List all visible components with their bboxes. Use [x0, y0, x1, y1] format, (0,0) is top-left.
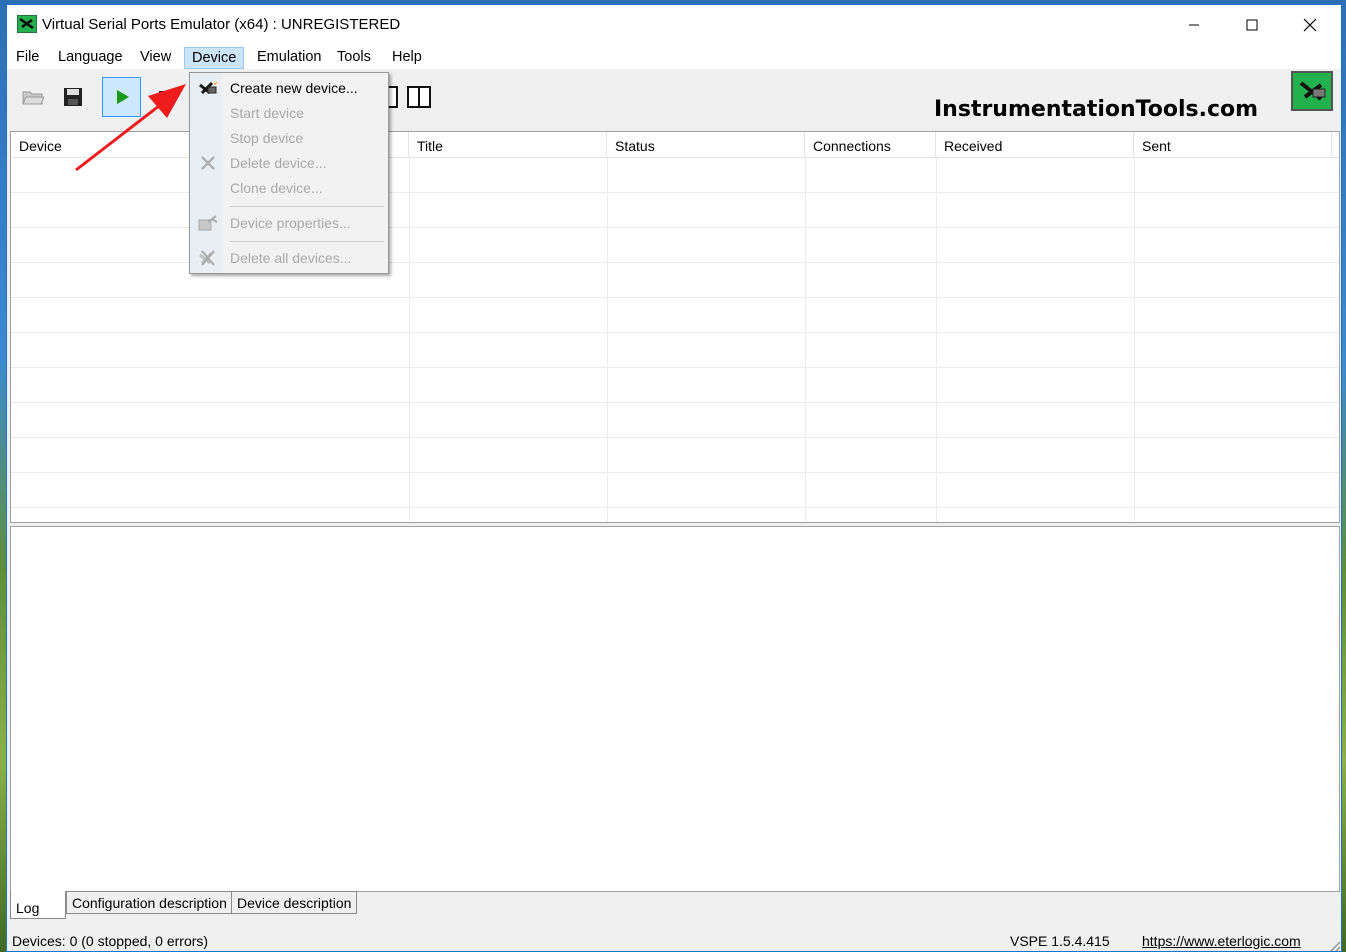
table-row	[11, 298, 1339, 333]
menu-item-label: Clone device...	[230, 180, 323, 196]
save-icon	[64, 88, 82, 106]
menu-view[interactable]: View	[133, 47, 178, 69]
open-button[interactable]	[15, 79, 51, 115]
menu-item-label: Delete all devices...	[230, 250, 352, 266]
save-button[interactable]	[55, 79, 91, 115]
title-bar[interactable]: Virtual Serial Ports Emulator (x64) : UN…	[7, 5, 1341, 45]
menu-file[interactable]: File	[9, 47, 46, 69]
brand-watermark: InstrumentationTools.com	[934, 97, 1259, 122]
table-row	[11, 368, 1339, 403]
delete-icon	[198, 154, 218, 172]
menu-separator	[230, 206, 384, 207]
table-row	[11, 473, 1339, 508]
column-status[interactable]: Status	[607, 132, 805, 158]
menu-item-stop-device: Stop device	[192, 126, 386, 150]
column-connections[interactable]: Connections	[805, 132, 936, 158]
stop-button[interactable]	[147, 79, 183, 115]
close-button[interactable]	[1281, 5, 1339, 45]
menu-item-delete-device: Delete device...	[192, 151, 386, 175]
table-row	[11, 403, 1339, 438]
log-panel[interactable]	[10, 526, 1340, 892]
menu-item-label: Device properties...	[230, 215, 351, 231]
menu-item-start-device: Start device	[192, 101, 386, 125]
properties-icon	[198, 214, 218, 232]
column-title[interactable]: Title	[409, 132, 607, 158]
menu-language[interactable]: Language	[51, 47, 130, 69]
app-logo-icon	[16, 14, 38, 34]
maximize-button[interactable]	[1223, 5, 1281, 45]
start-button[interactable]	[102, 77, 141, 117]
version-text: VSPE 1.5.4.415	[1010, 933, 1110, 949]
table-row	[11, 333, 1339, 368]
serial-port-logo-icon	[1291, 71, 1333, 111]
play-icon	[116, 90, 129, 104]
status-bar: Devices: 0 (0 stopped, 0 errors) VSPE 1.…	[7, 927, 1341, 951]
table-row	[11, 438, 1339, 473]
app-window: Virtual Serial Ports Emulator (x64) : UN…	[6, 4, 1342, 952]
menu-item-label: Stop device	[230, 130, 304, 146]
menu-help[interactable]: Help	[385, 47, 429, 69]
stop-icon	[159, 91, 171, 103]
device-dropdown-menu: Create new device... Start device Stop d…	[189, 72, 389, 274]
menu-item-device-properties: Device properties...	[192, 211, 386, 235]
folder-open-icon	[22, 91, 44, 105]
resize-grip-icon[interactable]	[1327, 939, 1341, 951]
menu-item-label: Start device	[230, 105, 304, 121]
minimize-button[interactable]	[1165, 5, 1223, 45]
menu-item-delete-all-devices: Delete all devices...	[192, 246, 386, 270]
menu-bar: File Language View Device Emulation Tool…	[7, 45, 1341, 69]
bottom-tabs: Log Configuration description Device des…	[10, 891, 1340, 921]
menu-emulation[interactable]: Emulation	[250, 47, 328, 69]
status-text: Devices: 0 (0 stopped, 0 errors)	[12, 933, 209, 949]
split-view-button[interactable]	[401, 79, 437, 115]
delete-all-icon	[198, 249, 218, 267]
menu-item-label: Delete device...	[230, 155, 327, 171]
menu-item-create-new-device[interactable]: Create new device...	[192, 76, 386, 100]
column-received[interactable]: Received	[936, 132, 1134, 158]
tab-log[interactable]: Log	[10, 891, 66, 919]
website-link[interactable]: https://www.eterlogic.com	[1142, 933, 1301, 949]
column-sent[interactable]: Sent	[1134, 132, 1332, 158]
menu-tools[interactable]: Tools	[330, 47, 378, 69]
split-view-icon	[407, 86, 431, 108]
menu-device[interactable]: Device	[184, 47, 245, 69]
tab-configuration-description[interactable]: Configuration description	[66, 891, 233, 914]
tab-device-description[interactable]: Device description	[231, 891, 358, 914]
menu-separator	[230, 241, 384, 242]
create-device-icon	[198, 79, 218, 97]
menu-item-label: Create new device...	[230, 80, 358, 96]
window-title: Virtual Serial Ports Emulator (x64) : UN…	[42, 16, 401, 33]
menu-item-clone-device: Clone device...	[192, 176, 386, 200]
